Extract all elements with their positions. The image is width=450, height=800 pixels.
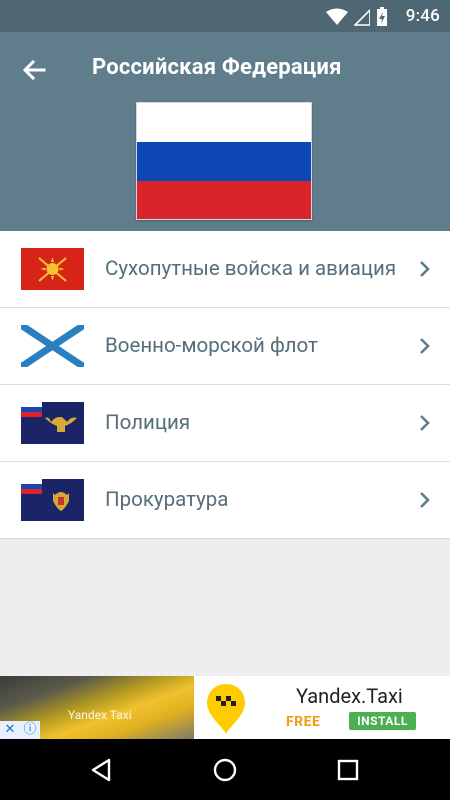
status-icons bbox=[326, 7, 388, 27]
recents-square-icon[interactable] bbox=[335, 757, 361, 783]
page-title: Российская Федерация bbox=[92, 55, 342, 80]
wifi-icon bbox=[326, 8, 348, 25]
prosecutor-flag-icon bbox=[21, 479, 84, 521]
chevron-right-icon bbox=[420, 261, 430, 277]
list-item-navy[interactable]: Военно-морской флот bbox=[0, 308, 450, 385]
ad-photo[interactable]: Yandex Taxi ✕ ⓘ bbox=[0, 676, 195, 739]
ad-app-name: Yandex.Taxi bbox=[296, 684, 403, 708]
list-item-police[interactable]: Полиция bbox=[0, 385, 450, 462]
flag-russia bbox=[136, 102, 312, 220]
list-item-prosecutor[interactable]: Прокуратура bbox=[0, 462, 450, 539]
battery-charging-icon bbox=[377, 7, 387, 26]
list-item-ground-forces[interactable]: Сухопутные войска и авиация bbox=[0, 231, 450, 308]
ground-forces-flag-icon bbox=[21, 248, 84, 290]
signal-icon bbox=[354, 8, 370, 26]
list-item-label: Военно-морской флот bbox=[105, 333, 318, 358]
ad-badges: ✕ ⓘ bbox=[0, 721, 40, 739]
system-nav-bar bbox=[0, 739, 450, 800]
ad-banner[interactable]: Yandex Taxi ✕ ⓘ Yandex.Taxi FREE INSTALL bbox=[0, 676, 450, 739]
back-triangle-icon[interactable] bbox=[88, 757, 114, 783]
list-item-label: Прокуратура bbox=[105, 487, 229, 512]
ad-install-button[interactable]: INSTALL bbox=[349, 712, 416, 730]
info-icon[interactable]: ⓘ bbox=[20, 721, 40, 739]
ad-price: FREE bbox=[286, 714, 321, 730]
yandex-taxi-logo-icon bbox=[194, 676, 258, 739]
chevron-right-icon bbox=[420, 415, 430, 431]
list-item-label: Полиция bbox=[105, 410, 191, 435]
chevron-right-icon bbox=[420, 492, 430, 508]
chevron-right-icon bbox=[420, 338, 430, 354]
navy-saint-andrew-flag-icon bbox=[21, 325, 84, 367]
status-time: 9:46 bbox=[405, 6, 440, 26]
app-bar: Российская Федерация bbox=[0, 32, 450, 231]
close-icon[interactable]: ✕ bbox=[0, 721, 20, 739]
police-flag-icon bbox=[21, 402, 84, 444]
category-list: Сухопутные войска и авиация Военно-морск… bbox=[0, 231, 450, 539]
list-item-label: Сухопутные войска и авиация bbox=[105, 256, 397, 281]
status-bar: 9:46 bbox=[0, 0, 450, 32]
arrow-back-icon[interactable] bbox=[18, 54, 50, 86]
home-circle-icon[interactable] bbox=[212, 757, 238, 783]
ad-photo-caption: Yandex Taxi bbox=[68, 708, 132, 722]
